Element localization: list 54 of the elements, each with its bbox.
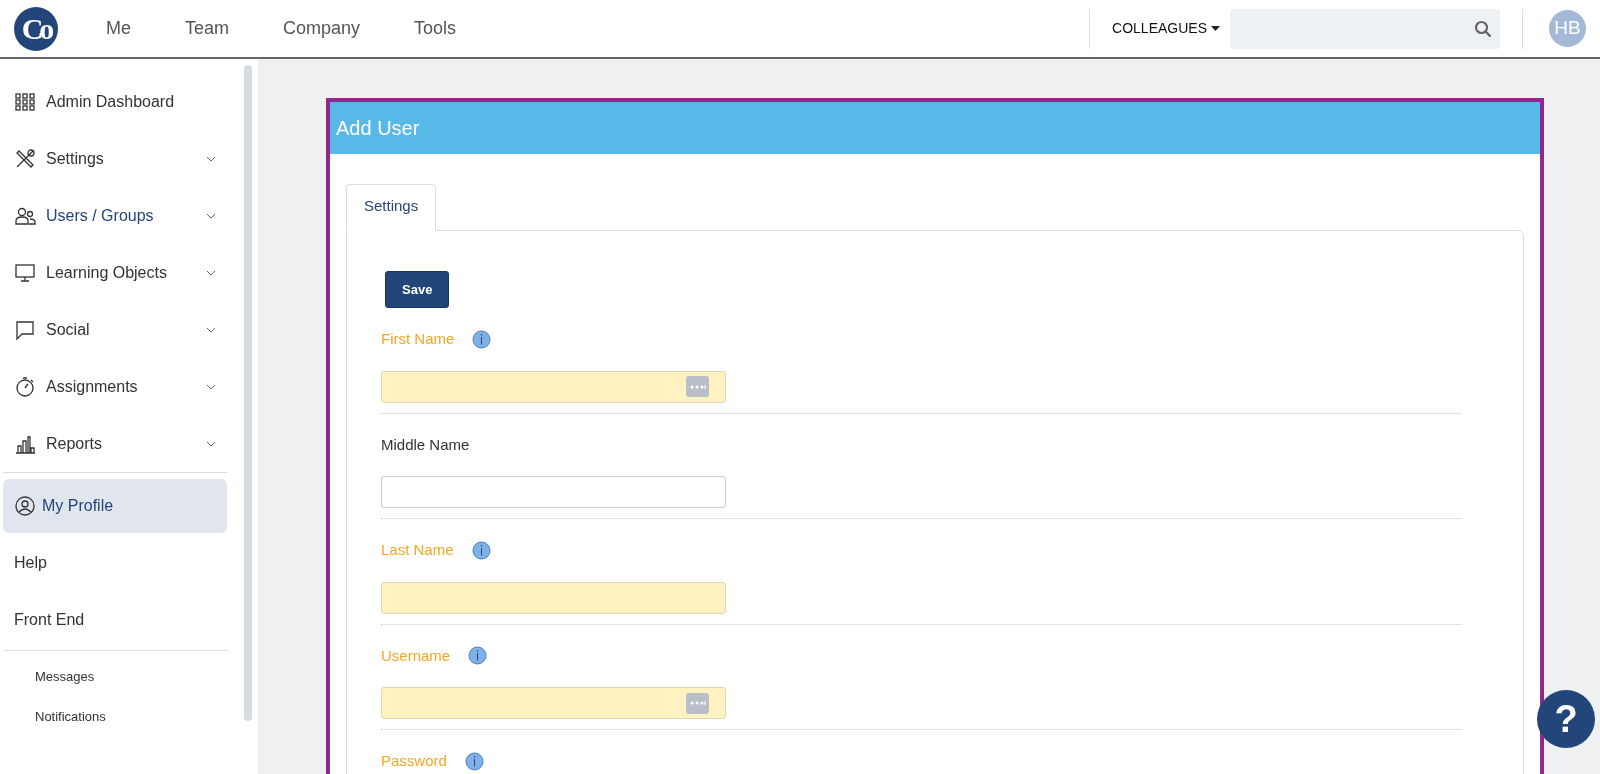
info-icon[interactable] [472, 329, 492, 349]
sidebar-subitem[interactable]: Notifications [0, 697, 230, 737]
field-label: Username [381, 645, 451, 666]
sidebar-item[interactable]: Assignments [0, 358, 230, 415]
scope-dropdown[interactable]: COLLEAGUES [1112, 18, 1220, 39]
sidebar-subitem[interactable]: Messages [0, 657, 230, 697]
chevron-icon [206, 155, 216, 162]
save-button[interactable]: Save [385, 270, 450, 308]
tab[interactable]: Settings [346, 184, 437, 231]
stopwatch-icon [14, 375, 36, 398]
speech-bubble-icon [14, 318, 36, 341]
ellipsis-icon [689, 384, 706, 389]
sidebar-item[interactable]: Help [3, 536, 227, 590]
field-label: First Name [381, 329, 455, 349]
text-input[interactable] [381, 581, 726, 614]
sidebar-item[interactable]: Front End [3, 593, 227, 647]
info-icon[interactable] [464, 751, 484, 771]
sidebar-item[interactable]: Settings [0, 130, 230, 187]
monitor-icon [14, 261, 36, 284]
logo[interactable]: Co [14, 6, 58, 51]
sidebar-item[interactable]: Social [0, 301, 230, 358]
sidebar-item[interactable]: Users / Groups [0, 187, 230, 244]
grid-icon [14, 90, 36, 113]
field-label: Password [381, 751, 447, 771]
text-input[interactable] [381, 476, 726, 508]
chevron-icon [206, 383, 216, 390]
sidebar-item[interactable]: My Profile [3, 479, 227, 533]
chevron-icon [206, 326, 216, 333]
sidebar-item[interactable]: Reports [0, 415, 230, 472]
text-input[interactable] [381, 370, 726, 403]
ellipsis-button[interactable] [686, 692, 709, 714]
chevron-icon [206, 269, 216, 276]
chevron-icon [206, 212, 216, 219]
nav-link[interactable]: Team [185, 15, 230, 42]
ellipsis-button[interactable] [686, 376, 709, 397]
sidebar-item[interactable]: Learning Objects [0, 244, 230, 301]
nav-link[interactable]: Tools [414, 15, 457, 42]
tools-icon [14, 147, 36, 170]
sidebar-item[interactable]: Admin Dashboard [0, 73, 230, 130]
nav-link[interactable]: Company [283, 15, 361, 42]
info-icon[interactable] [468, 646, 488, 666]
search-icon [1474, 19, 1492, 38]
panel-title: Add User [330, 102, 1540, 154]
scrollbar[interactable] [244, 65, 252, 721]
field-label: Last Name [381, 540, 454, 560]
text-input[interactable] [381, 687, 726, 719]
field-label: Middle Name [381, 434, 470, 455]
info-icon[interactable] [471, 540, 491, 560]
person-circle-icon [14, 495, 36, 517]
ellipsis-icon [689, 701, 706, 705]
nav-link[interactable]: Me [106, 15, 131, 42]
chevron-icon [206, 440, 216, 447]
caret-icon [1211, 26, 1220, 31]
search-field[interactable] [1230, 8, 1500, 49]
